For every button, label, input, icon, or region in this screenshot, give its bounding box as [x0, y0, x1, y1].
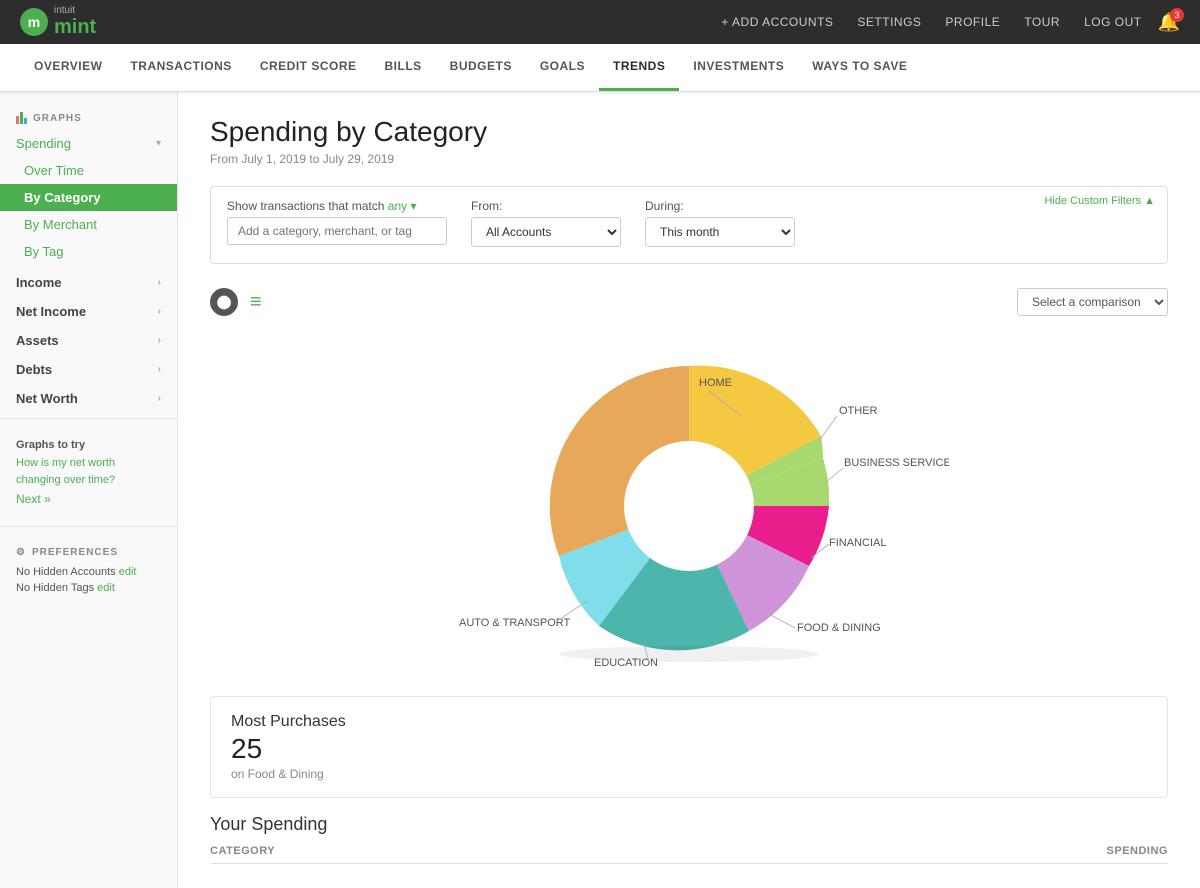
- filter-input[interactable]: [227, 217, 447, 245]
- sidebar-spending[interactable]: Spending ▾: [0, 130, 177, 157]
- filter-group-from: From: All Accounts: [471, 199, 621, 247]
- food-label: FOOD & DINING: [797, 622, 881, 634]
- donut-chart-container: HOME OTHER BUSINESS SERVICES FINANCIAL F…: [429, 336, 949, 676]
- spending-table-header: CATEGORY SPENDING: [210, 839, 1168, 864]
- graphs-to-try-label: Graphs to try: [16, 439, 161, 451]
- hide-filters-link[interactable]: Hide Custom Filters ▲: [1044, 195, 1155, 207]
- graphs-to-try-section: Graphs to try How is my net worth changi…: [0, 427, 177, 518]
- preferences-label: ⚙ PREFERENCES: [16, 547, 161, 558]
- nav-ways-to-save[interactable]: WAYS TO SAVE: [798, 43, 921, 91]
- profile-link[interactable]: PROFILE: [945, 15, 1000, 29]
- most-purchases-number: 25: [231, 733, 1147, 765]
- logo-text: intuit mint: [54, 5, 96, 39]
- nav-budgets[interactable]: BUDGETS: [436, 43, 526, 91]
- match-any-dropdown[interactable]: any ▾: [388, 199, 417, 213]
- donut-chart-btn[interactable]: ⬤: [210, 288, 238, 316]
- log-out-link[interactable]: LOG OUT: [1084, 15, 1142, 29]
- sidebar-debts[interactable]: Debts ›: [0, 352, 177, 381]
- chevron-right-icon: ›: [158, 306, 161, 317]
- sidebar-by-tag[interactable]: By Tag: [0, 238, 177, 265]
- bar-chart-btn[interactable]: ≡: [250, 291, 262, 314]
- other-label: OTHER: [839, 405, 878, 417]
- category-col-header: CATEGORY: [210, 845, 1080, 857]
- edit-hidden-accounts[interactable]: edit: [119, 566, 137, 578]
- top-nav-links: + ADD ACCOUNTS SETTINGS PROFILE TOUR LOG…: [721, 15, 1141, 29]
- sidebar-by-merchant[interactable]: By Merchant: [0, 211, 177, 238]
- secondary-navigation: OVERVIEW TRANSACTIONS CREDIT SCORE BILLS…: [0, 44, 1200, 92]
- filter-group-match: Show transactions that match any ▾: [227, 199, 447, 245]
- edit-hidden-tags[interactable]: edit: [97, 582, 115, 594]
- sidebar-assets[interactable]: Assets ›: [0, 323, 177, 352]
- notifications-bell[interactable]: 🔔 3: [1158, 12, 1180, 33]
- app-logo: m intuit mint: [20, 5, 96, 39]
- nav-overview[interactable]: OVERVIEW: [20, 43, 116, 91]
- graphs-to-try-link[interactable]: How is my net worth changing over time?: [16, 455, 161, 488]
- top-navigation: m intuit mint + ADD ACCOUNTS SETTINGS PR…: [0, 0, 1200, 44]
- other-label-line: [819, 416, 837, 441]
- nav-trends[interactable]: TRENDS: [599, 43, 679, 91]
- from-label: From:: [471, 199, 621, 213]
- chart-controls: ⬤ ≡ Select a comparison: [210, 288, 1168, 316]
- sidebar-net-worth[interactable]: Net Worth ›: [0, 381, 177, 410]
- donut-hole: [624, 441, 754, 571]
- most-purchases-title: Most Purchases: [231, 713, 1147, 731]
- filter-label: Show transactions that match any ▾: [227, 199, 447, 213]
- hidden-tags-pref: No Hidden Tags edit: [16, 582, 161, 594]
- chevron-right-icon: ›: [158, 393, 161, 404]
- your-spending-section: Your Spending CATEGORY SPENDING: [210, 814, 1168, 864]
- tour-link[interactable]: TOUR: [1024, 15, 1060, 29]
- sidebar-divider-2: [0, 526, 177, 527]
- chevron-right-icon: ›: [158, 364, 161, 375]
- page-title: Spending by Category: [210, 116, 1168, 148]
- bar-chart-icon: [16, 112, 27, 124]
- nav-bills[interactable]: BILLS: [371, 43, 436, 91]
- comparison-select[interactable]: Select a comparison: [1017, 288, 1168, 316]
- chevron-right-icon: ›: [158, 335, 161, 346]
- during-select[interactable]: This month: [645, 217, 795, 247]
- most-purchases-sub: on Food & Dining: [231, 767, 1147, 781]
- filter-box: Hide Custom Filters ▲ Show transactions …: [210, 186, 1168, 264]
- chevron-right-icon: ›: [158, 277, 161, 288]
- hidden-accounts-pref: No Hidden Accounts edit: [16, 566, 161, 578]
- nav-credit-score[interactable]: CREDIT SCORE: [246, 43, 371, 91]
- auto-label-line: [557, 601, 587, 621]
- donut-chart-svg: HOME OTHER BUSINESS SERVICES FINANCIAL F…: [429, 336, 949, 676]
- food-label-line: [769, 614, 795, 628]
- nav-investments[interactable]: INVESTMENTS: [679, 43, 798, 91]
- during-label: During:: [645, 199, 795, 213]
- spending-col-header: SPENDING: [1088, 845, 1168, 857]
- filter-group-during: During: This month: [645, 199, 795, 247]
- business-label: BUSINESS SERVICES: [844, 457, 949, 469]
- filter-row: Show transactions that match any ▾ From:…: [227, 199, 1151, 247]
- from-select[interactable]: All Accounts: [471, 217, 621, 247]
- gear-icon: ⚙: [16, 547, 26, 558]
- preferences-section: ⚙ PREFERENCES No Hidden Accounts edit No…: [0, 535, 177, 610]
- sidebar-by-category[interactable]: By Category: [0, 184, 177, 211]
- mint-logo-icon: m: [20, 8, 48, 36]
- next-link[interactable]: Next »: [16, 492, 161, 506]
- add-accounts-link[interactable]: + ADD ACCOUNTS: [721, 15, 833, 29]
- mint-label: mint: [54, 16, 96, 39]
- auto-label: AUTO & TRANSPORT: [459, 617, 571, 629]
- chevron-icon: ▾: [156, 138, 161, 149]
- notification-badge: 3: [1170, 8, 1184, 22]
- sidebar-net-income[interactable]: Net Income ›: [0, 294, 177, 323]
- page-subtitle: From July 1, 2019 to July 29, 2019: [210, 152, 1168, 166]
- intuit-label: intuit: [54, 5, 96, 16]
- financial-label: FINANCIAL: [829, 537, 886, 549]
- page-layout: GRAPHS Spending ▾ Over Time By Category …: [0, 92, 1200, 888]
- home-label: HOME: [699, 377, 732, 389]
- sidebar-income[interactable]: Income ›: [0, 265, 177, 294]
- sidebar-divider: [0, 418, 177, 419]
- settings-link[interactable]: SETTINGS: [857, 15, 921, 29]
- nav-goals[interactable]: GOALS: [526, 43, 599, 91]
- graphs-section-label: GRAPHS: [0, 108, 177, 130]
- chart-area: HOME OTHER BUSINESS SERVICES FINANCIAL F…: [210, 336, 1168, 676]
- most-purchases-box: Most Purchases 25 on Food & Dining: [210, 696, 1168, 798]
- sidebar-over-time[interactable]: Over Time: [0, 157, 177, 184]
- main-content: Spending by Category From July 1, 2019 t…: [178, 92, 1200, 888]
- nav-transactions[interactable]: TRANSACTIONS: [116, 43, 245, 91]
- sidebar: GRAPHS Spending ▾ Over Time By Category …: [0, 92, 178, 888]
- your-spending-title: Your Spending: [210, 814, 1168, 835]
